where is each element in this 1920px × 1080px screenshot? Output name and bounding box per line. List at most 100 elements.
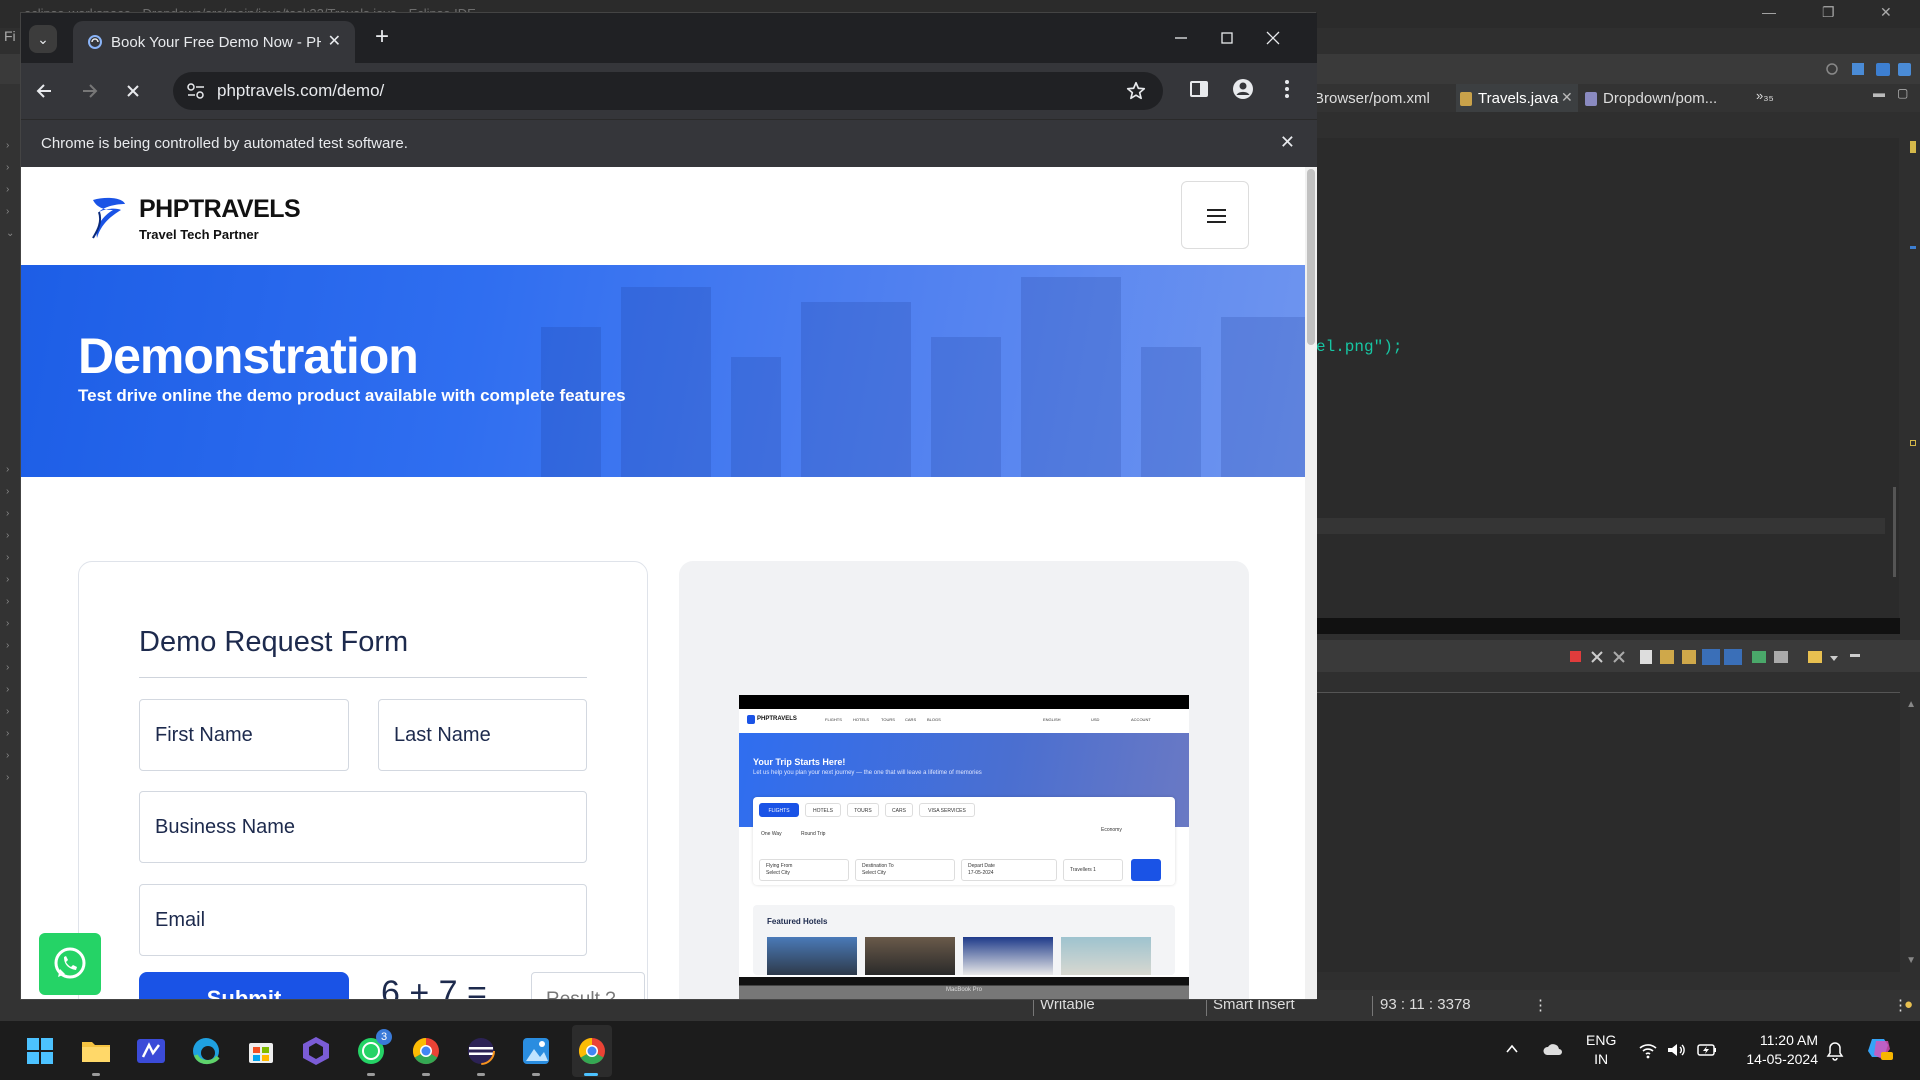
eclipse-tab-dropdown-pom[interactable]: Dropdown/pom... <box>1603 90 1717 107</box>
laptop-mockup-screenshot: PHPTRAVELS FLIGHTS HOTELS TOURS CARS BLO… <box>739 695 1189 999</box>
eclipse-code-line: el.png"); <box>1316 338 1403 356</box>
windows-start-icon[interactable] <box>22 1033 58 1069</box>
mock-from-field: Flying From Select City <box>759 859 849 881</box>
forward-arrow-icon[interactable] <box>75 77 103 105</box>
show-hidden-icons-chevron-icon[interactable] <box>1504 1041 1520 1057</box>
window-maximize-icon[interactable] <box>1212 25 1242 51</box>
window-minimize-icon[interactable] <box>1166 25 1196 51</box>
console-scroll-up-icon[interactable]: ▲ <box>1906 699 1916 710</box>
eclipse-tab-browser-pom[interactable]: Browser/pom.xml <box>1314 90 1430 107</box>
notification-badge: 3 <box>376 1029 392 1045</box>
mock-account: ACCOUNT <box>1131 717 1151 722</box>
window-close-icon[interactable] <box>1258 25 1288 51</box>
maven-file-icon <box>1585 92 1597 106</box>
eclipse-tab-close-icon[interactable]: ✕ <box>1561 89 1573 106</box>
tab-search-button[interactable]: ⌄ <box>29 25 57 53</box>
chrome-menu-icon[interactable] <box>1277 77 1297 101</box>
hamburger-menu-button[interactable] <box>1181 181 1249 249</box>
mock-nav-item: CARS <box>905 717 917 722</box>
tip-bulb-icon[interactable]: ● <box>1904 996 1913 1013</box>
warning-marker[interactable] <box>1910 440 1916 446</box>
site-info-icon[interactable] <box>185 81 207 101</box>
new-tab-button[interactable]: + <box>375 25 389 49</box>
chrome-active-taskbar-icon[interactable] <box>574 1033 610 1069</box>
system-clock[interactable]: 11:20 AM 14-05-2024 <box>1738 1031 1818 1069</box>
eclipse-code-editor[interactable] <box>1310 138 1885 618</box>
page-scrollbar[interactable] <box>1305 167 1317 999</box>
captcha-result-field[interactable]: Result ? <box>531 972 645 999</box>
mock-hero-title: Your Trip Starts Here! <box>753 757 846 767</box>
eclipse-horizontal-scrollbar[interactable] <box>1310 618 1900 634</box>
eclipse-file-menu[interactable]: Fi <box>0 28 22 50</box>
eclipse-restore-icon[interactable]: ❐ <box>1822 4 1835 21</box>
profile-avatar-icon[interactable] <box>1231 77 1255 101</box>
mock-search-tab: TOURS <box>847 803 879 817</box>
running-indicator <box>367 1073 375 1076</box>
eclipse-console-view[interactable]: ▲ ▼ <box>1310 692 1916 972</box>
warning-marker[interactable] <box>1910 141 1916 153</box>
captcha-question: 6 + 7 = <box>381 974 487 999</box>
mock-featured-hotels: Featured Hotels <box>753 905 1175 975</box>
phptravels-logo-icon[interactable] <box>87 194 129 240</box>
business-name-field[interactable]: Business Name <box>139 791 587 863</box>
mock-navbar: PHPTRAVELS FLIGHTS HOTELS TOURS CARS BLO… <box>739 709 1189 733</box>
visual-studio-icon[interactable] <box>133 1033 169 1069</box>
page-scroll-thumb[interactable] <box>1307 169 1315 345</box>
chrome-tab-strip: ⌄ Book Your Free Demo Now - PHPTRAVELS ✕… <box>21 13 1317 63</box>
notification-bell-icon[interactable] <box>1826 1041 1844 1061</box>
edge-icon[interactable] <box>188 1033 224 1069</box>
wifi-icon[interactable] <box>1638 1041 1658 1059</box>
side-panel-icon[interactable] <box>1187 77 1211 101</box>
microsoft-store-icon[interactable] <box>243 1033 279 1069</box>
demo-request-form: Demo Request Form First Name Last Name B… <box>78 561 648 999</box>
eclipse-editor-scrollbar[interactable] <box>1885 138 1899 618</box>
submit-button[interactable]: Submit <box>139 972 349 999</box>
status-more-icon[interactable]: ⋮ <box>1533 996 1548 1014</box>
back-arrow-icon[interactable] <box>31 77 59 105</box>
mock-search-button <box>1131 859 1161 881</box>
file-explorer-icon[interactable] <box>78 1033 114 1069</box>
eclipse-close-icon[interactable]: ✕ <box>1880 4 1892 21</box>
mock-search-tab: HOTELS <box>805 803 841 817</box>
tab-close-icon[interactable]: ✕ <box>328 31 341 51</box>
running-indicator <box>477 1073 485 1076</box>
console-scroll-down-icon[interactable]: ▼ <box>1906 955 1916 966</box>
stop-loading-icon[interactable] <box>119 77 147 105</box>
eclipse-toolbar-icons[interactable] <box>1824 60 1914 78</box>
email-field[interactable]: Email <box>139 884 587 956</box>
last-name-field[interactable]: Last Name <box>378 699 587 771</box>
eclipse-minimize-view-icon[interactable]: ▬ <box>1873 86 1885 100</box>
tab-title: Book Your Free Demo Now - PHPTRAVELS <box>111 34 321 51</box>
eclipse-scroll-thumb[interactable] <box>1893 487 1896 577</box>
console-toolbar-icons[interactable] <box>1568 648 1868 666</box>
infobar-close-icon[interactable]: ✕ <box>1280 132 1295 153</box>
volume-icon[interactable] <box>1666 1041 1686 1059</box>
input-language-indicator[interactable]: ENG IN <box>1586 1031 1616 1069</box>
page-viewport[interactable]: PHPTRAVELS Travel Tech Partner Demonstra… <box>21 167 1305 999</box>
onedrive-cloud-icon[interactable] <box>1542 1041 1564 1057</box>
occurrence-marker[interactable] <box>1910 246 1916 249</box>
eclipse-taskbar-icon[interactable] <box>463 1033 499 1069</box>
copilot-icon[interactable] <box>298 1033 334 1069</box>
eclipse-tab-travels-java[interactable]: Travels.java <box>1478 90 1558 107</box>
address-bar[interactable]: phptravels.com/demo/ <box>173 72 1163 110</box>
chrome-active-tab[interactable]: Book Your Free Demo Now - PHPTRAVELS ✕ <box>73 21 355 63</box>
hero-banner: Demonstration Test drive online the demo… <box>21 265 1305 477</box>
running-indicator <box>422 1073 430 1076</box>
mock-cabin-class: Economy <box>1101 827 1122 833</box>
chrome-taskbar-icon[interactable] <box>408 1033 444 1069</box>
eclipse-maximize-view-icon[interactable]: ▢ <box>1897 86 1908 100</box>
photos-icon[interactable] <box>518 1033 554 1069</box>
battery-charging-icon[interactable] <box>1696 1041 1718 1059</box>
url-text[interactable]: phptravels.com/demo/ <box>217 81 384 101</box>
mock-hotel-image <box>1061 937 1151 975</box>
bookmark-star-icon[interactable] <box>1125 80 1147 102</box>
eclipse-minimize-icon[interactable]: — <box>1762 4 1776 20</box>
brand-name[interactable]: PHPTRAVELS <box>139 195 301 224</box>
whatsapp-chat-button[interactable] <box>39 933 101 995</box>
eclipse-tab-overflow[interactable]: »₃₅ <box>1756 88 1774 103</box>
first-name-field[interactable]: First Name <box>139 699 349 771</box>
copilot-pre-icon[interactable] <box>1864 1033 1894 1063</box>
mock-search-tab: CARS <box>885 803 913 817</box>
loading-favicon-icon <box>88 35 102 49</box>
